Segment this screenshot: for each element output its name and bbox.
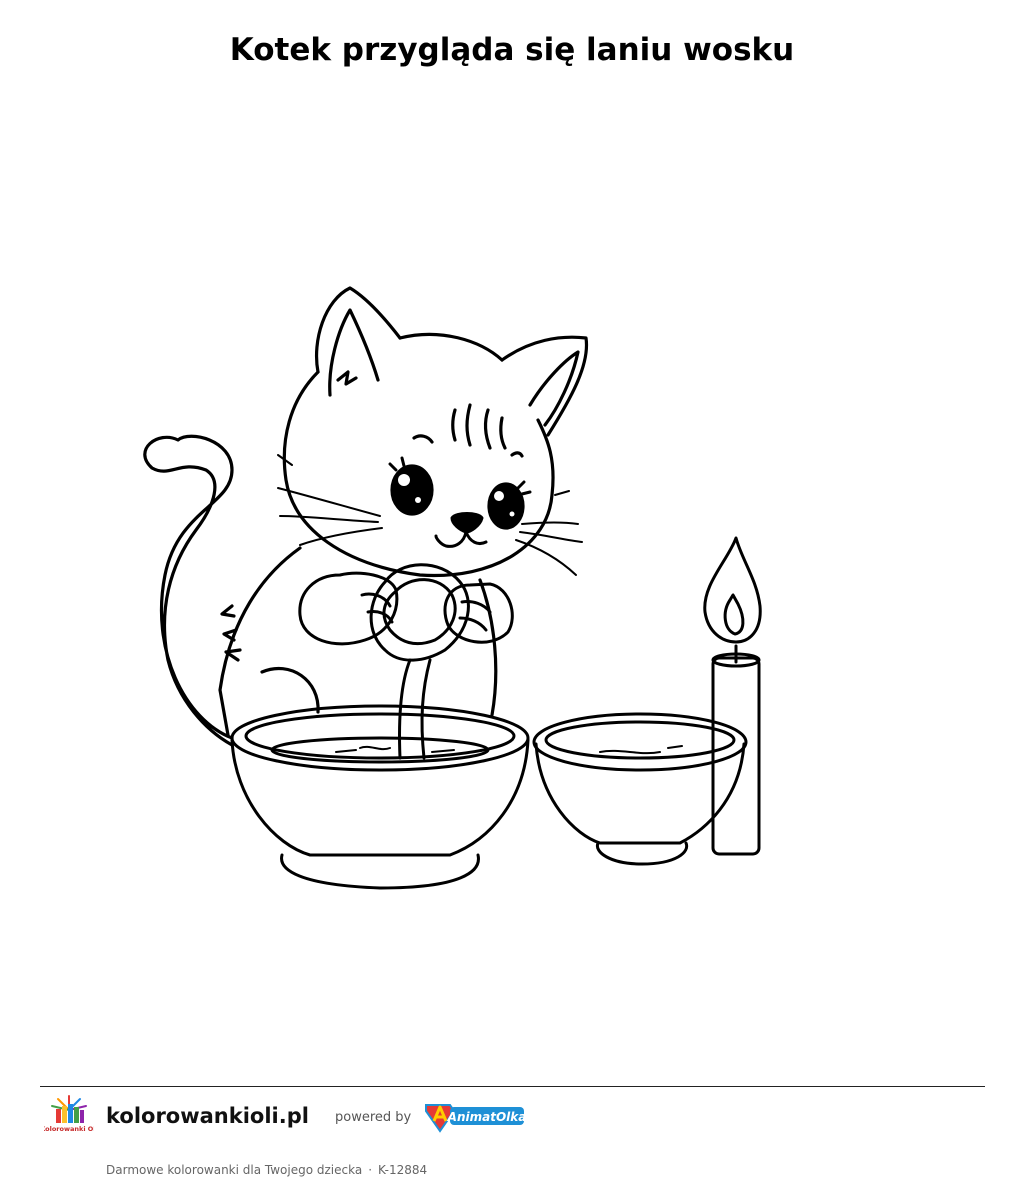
page-code: K-12884 xyxy=(378,1163,428,1177)
candle xyxy=(711,656,761,856)
site-name[interactable]: kolorowankioli.pl xyxy=(106,1102,309,1130)
powered-by-label: powered by xyxy=(335,1110,412,1125)
coloring-illustration xyxy=(143,286,762,890)
cat-body xyxy=(218,546,302,737)
cat-eye-left xyxy=(390,464,434,516)
partner-logo-text: AnimatOlka xyxy=(447,1110,526,1124)
candle-flame xyxy=(703,536,762,644)
cat-tail xyxy=(143,434,234,747)
site-logo[interactable]: Kolorowanki Oli xyxy=(44,1094,94,1140)
footer-separator: · xyxy=(368,1163,373,1177)
footer-divider xyxy=(40,1086,985,1087)
logo-text: Kolorowanki Oli xyxy=(44,1125,94,1133)
footer-tagline-row: Darmowe kolorowanki dla Twojego dziecka ·… xyxy=(106,1162,427,1178)
partner-logo[interactable]: AnimatOlka xyxy=(424,1099,526,1133)
cat-eye-right xyxy=(487,482,525,530)
footer-tagline: Darmowe kolorowanki dla Twojego dziecka xyxy=(106,1163,363,1177)
cat-nose xyxy=(450,512,484,534)
wax-stream xyxy=(398,658,432,760)
